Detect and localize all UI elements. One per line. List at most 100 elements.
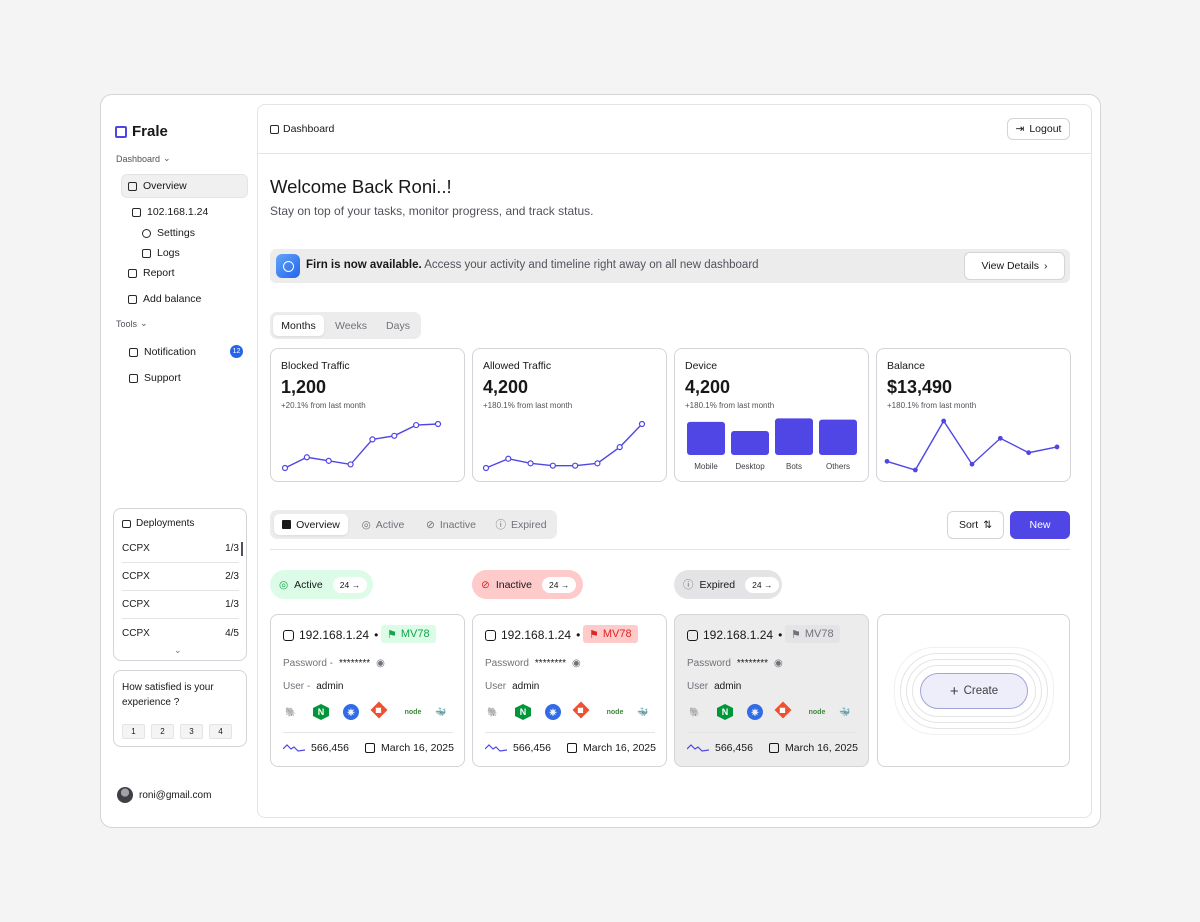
survey-question: How satisfied is your experience ?: [122, 682, 214, 708]
flag-icon: ⚑: [387, 628, 397, 641]
arrow-right-icon: →: [763, 579, 773, 590]
view-details-button[interactable]: View Details ›: [964, 252, 1065, 280]
eye-icon[interactable]: ◉: [774, 658, 783, 669]
user-profile[interactable]: roni@gmail.com: [117, 787, 211, 803]
tab-overview[interactable]: Overview: [274, 514, 348, 535]
deployment-row[interactable]: CCPX 1/3: [122, 535, 239, 563]
banner-text: Firn is now available. Access your activ…: [306, 259, 759, 271]
card-allowed-traffic[interactable]: Allowed Traffic 4,200 +180.1% from last …: [472, 348, 667, 482]
tab-inactive[interactable]: ⊘ Inactive: [418, 514, 484, 535]
rating-2[interactable]: 2: [151, 724, 174, 739]
grid-icon: [282, 520, 292, 529]
data-point: [1054, 444, 1060, 450]
user-row: User - admin: [283, 681, 344, 692]
git-icon: ◆: [572, 701, 590, 719]
section-dashboard[interactable]: Dashboard ⌄: [116, 153, 171, 164]
server-card[interactable]: 192.168.1.24 • ⚑ MV78 Password ******** ◉ Us…: [472, 614, 667, 767]
data-point: [594, 460, 601, 467]
rating-4[interactable]: 4: [209, 724, 232, 739]
create-button[interactable]: + Create: [920, 673, 1028, 709]
deployment-row[interactable]: CCPX 1/3: [122, 591, 239, 619]
server-card[interactable]: 192.168.1.24 • ⚑ MV78 Password - ******** ◉ …: [270, 614, 465, 767]
brand-logo: Frale: [115, 123, 168, 140]
page-subtitle: Stay on top of your tasks, monitor progr…: [270, 204, 594, 218]
bar: [819, 419, 857, 455]
target-icon: ◎: [361, 518, 371, 531]
divider: [270, 549, 1070, 550]
date-stat: March 16, 2025: [365, 742, 454, 754]
sidebar-item-server[interactable]: 102.168.1.24: [132, 206, 208, 218]
data-point: [325, 457, 332, 464]
section-tools[interactable]: Tools ⌄: [116, 318, 148, 329]
data-point: [616, 444, 623, 451]
data-point: [1026, 450, 1032, 456]
data-point: [969, 461, 975, 467]
survey-panel: How satisfied is your experience ? 1 2 3…: [113, 670, 247, 747]
group-active[interactable]: ◎ Active 24 →: [270, 570, 373, 599]
data-point: [638, 420, 646, 428]
sidebar-item-add-balance[interactable]: Add balance: [128, 293, 201, 305]
server-tag[interactable]: ⚑ MV78: [381, 625, 436, 643]
tab-days[interactable]: Days: [377, 315, 419, 336]
plus-icon: +: [949, 682, 959, 700]
server-tag[interactable]: ⚑ MV78: [583, 625, 638, 643]
sidebar-item-notification[interactable]: Notification: [129, 346, 196, 358]
node-icon: node: [808, 708, 826, 716]
server-tag[interactable]: ⚑ MV78: [785, 625, 840, 643]
series-line: [284, 423, 439, 469]
category-label: Desktop: [735, 462, 765, 471]
postgres-icon: 🐘: [285, 706, 297, 717]
tab-weeks[interactable]: Weeks: [327, 315, 375, 336]
new-button[interactable]: New: [1010, 511, 1070, 539]
sidebar-item-report[interactable]: Report: [128, 267, 175, 279]
sidebar-item-overview[interactable]: Overview: [128, 180, 187, 192]
deployment-row[interactable]: CCPX 4/5: [122, 619, 239, 647]
info-icon: ⓘ: [683, 579, 694, 591]
scrollbar[interactable]: [241, 542, 243, 556]
tab-months[interactable]: Months: [273, 315, 324, 336]
password-row: Password ******** ◉: [687, 658, 783, 669]
page-title: Welcome Back Roni..!: [270, 176, 452, 197]
nginx-icon: N: [515, 704, 531, 720]
eye-icon[interactable]: ◉: [376, 658, 385, 669]
card-blocked-traffic[interactable]: Blocked Traffic 1,200 +20.1% from last m…: [270, 348, 465, 482]
server-ip: 192.168.1.24: [703, 628, 774, 642]
deployment-row[interactable]: CCPX 2/3: [122, 563, 239, 591]
sparkline-icon: [485, 744, 507, 752]
card-balance[interactable]: Balance $13,490 +180.1% from last month: [876, 348, 1071, 482]
group-expired[interactable]: ⓘ Expired 24 →: [674, 570, 782, 599]
bar: [731, 431, 769, 455]
sidebar-item-logs[interactable]: Logs: [142, 247, 180, 259]
kubernetes-icon: ⎈: [545, 704, 561, 720]
data-point: [912, 467, 918, 473]
sort-button[interactable]: Sort ⇅: [947, 511, 1004, 539]
postgres-icon: 🐘: [487, 706, 499, 717]
info-icon: ⓘ: [495, 519, 506, 531]
device-chart: Mobile Desktop Bots Others: [687, 418, 857, 471]
eye-icon[interactable]: ◉: [572, 658, 581, 669]
server-icon: [687, 629, 698, 641]
nginx-icon: N: [313, 704, 329, 720]
group-inactive[interactable]: ⊘ Inactive 24 →: [472, 570, 583, 599]
data-point: [391, 432, 398, 439]
server-icon: [132, 207, 141, 217]
tab-active[interactable]: ◎ Active: [354, 514, 412, 535]
breadcrumb[interactable]: Dashboard: [270, 123, 334, 135]
bar: [775, 418, 813, 455]
grid-icon: [270, 124, 279, 134]
server-card[interactable]: 192.168.1.24 • ⚑ MV78 Password ******** ◉ Us…: [674, 614, 869, 767]
rating-1[interactable]: 1: [122, 724, 145, 739]
blocked-traffic-chart: [281, 420, 442, 472]
sidebar-item-support[interactable]: Support: [129, 372, 181, 384]
card-device[interactable]: Device 4,200 +180.1% from last month Mob…: [674, 348, 869, 482]
tab-expired[interactable]: ⓘ Expired: [490, 514, 552, 535]
password-row: Password ******** ◉: [485, 658, 581, 669]
chevron-down-icon[interactable]: ⌄: [174, 645, 182, 656]
data-point: [413, 421, 420, 429]
date-stat: March 16, 2025: [567, 742, 656, 754]
rating-3[interactable]: 3: [180, 724, 203, 739]
logout-button[interactable]: ⇥ Logout: [1007, 118, 1070, 140]
data-point: [527, 460, 534, 467]
sidebar-item-settings[interactable]: Settings: [142, 227, 195, 239]
docker-icon: 🐳: [839, 706, 851, 717]
